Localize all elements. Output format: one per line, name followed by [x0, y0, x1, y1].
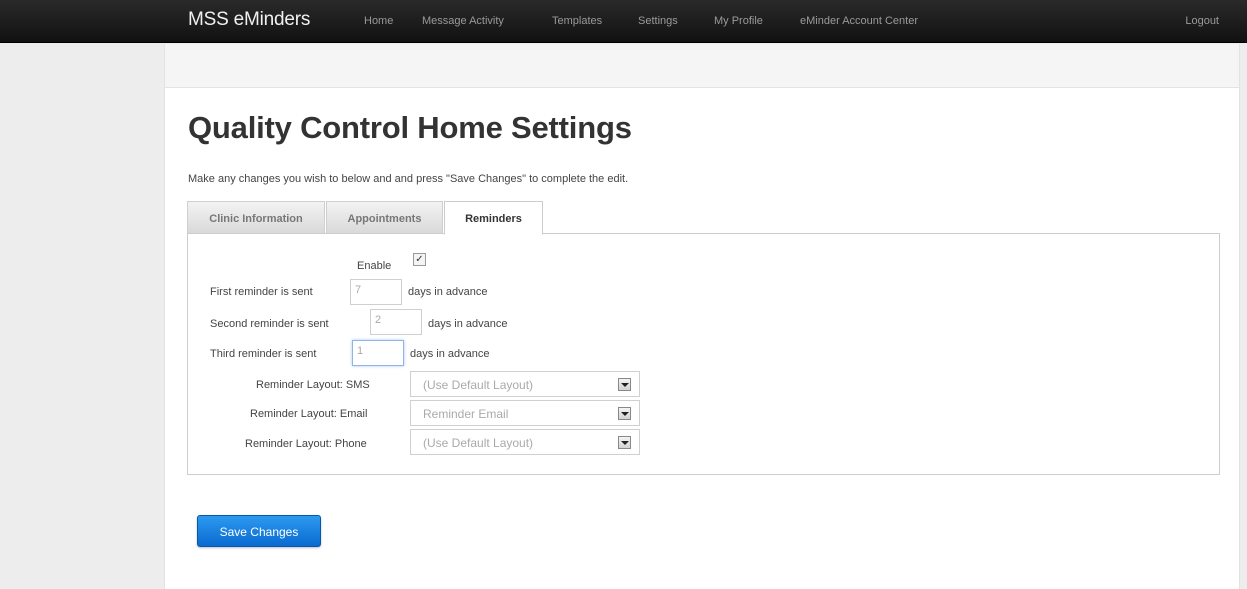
tab-clinic-information[interactable]: Clinic Information [187, 201, 325, 234]
first-reminder-label: First reminder is sent [210, 286, 313, 298]
chevron-down-icon[interactable] [618, 436, 631, 449]
first-reminder-days-input[interactable]: 7 [350, 279, 402, 305]
third-reminder-days-input[interactable]: 1 [352, 340, 404, 366]
email-layout-label: Reminder Layout: Email [250, 408, 368, 420]
enable-checkbox[interactable]: ✓ [413, 253, 426, 266]
enable-label: Enable [357, 260, 392, 272]
tab-reminders[interactable]: Reminders [444, 201, 543, 235]
nav-link-home[interactable]: Home [364, 15, 393, 27]
top-navbar: MSS eMinders Home Message Activity Templ… [0, 0, 1247, 43]
phone-layout-select[interactable]: (Use Default Layout) [410, 429, 640, 455]
logout-link[interactable]: Logout [1185, 15, 1219, 27]
third-reminder-suffix: days in advance [410, 348, 490, 360]
nav-link-templates[interactable]: Templates [552, 15, 602, 27]
first-reminder-suffix: days in advance [408, 286, 488, 298]
second-reminder-days-input[interactable]: 2 [370, 309, 422, 335]
phone-layout-label: Reminder Layout: Phone [245, 438, 367, 450]
chevron-down-icon[interactable] [618, 378, 631, 391]
sub-navbar [165, 44, 1239, 88]
sms-layout-label: Reminder Layout: SMS [256, 379, 370, 391]
nav-link-my-profile[interactable]: My Profile [714, 15, 763, 27]
brand-logo[interactable]: MSS eMinders [188, 9, 310, 31]
email-layout-select[interactable]: Reminder Email [410, 400, 640, 426]
phone-layout-value: (Use Default Layout) [423, 436, 534, 450]
tab-appointments[interactable]: Appointments [326, 201, 443, 234]
third-reminder-label: Third reminder is sent [210, 348, 317, 360]
sms-layout-select[interactable]: (Use Default Layout) [410, 371, 640, 397]
page-title: Quality Control Home Settings [188, 110, 632, 145]
intro-text: Make any changes you wish to below and a… [188, 173, 629, 185]
nav-link-account-center[interactable]: eMinder Account Center [800, 15, 918, 27]
nav-link-settings[interactable]: Settings [638, 15, 678, 27]
save-changes-button[interactable]: Save Changes [197, 515, 321, 547]
nav-link-message-activity[interactable]: Message Activity [422, 15, 504, 27]
second-reminder-label: Second reminder is sent [210, 318, 329, 330]
chevron-down-icon[interactable] [618, 407, 631, 420]
email-layout-value: Reminder Email [423, 407, 509, 421]
second-reminder-suffix: days in advance [428, 318, 508, 330]
sms-layout-value: (Use Default Layout) [423, 378, 534, 392]
